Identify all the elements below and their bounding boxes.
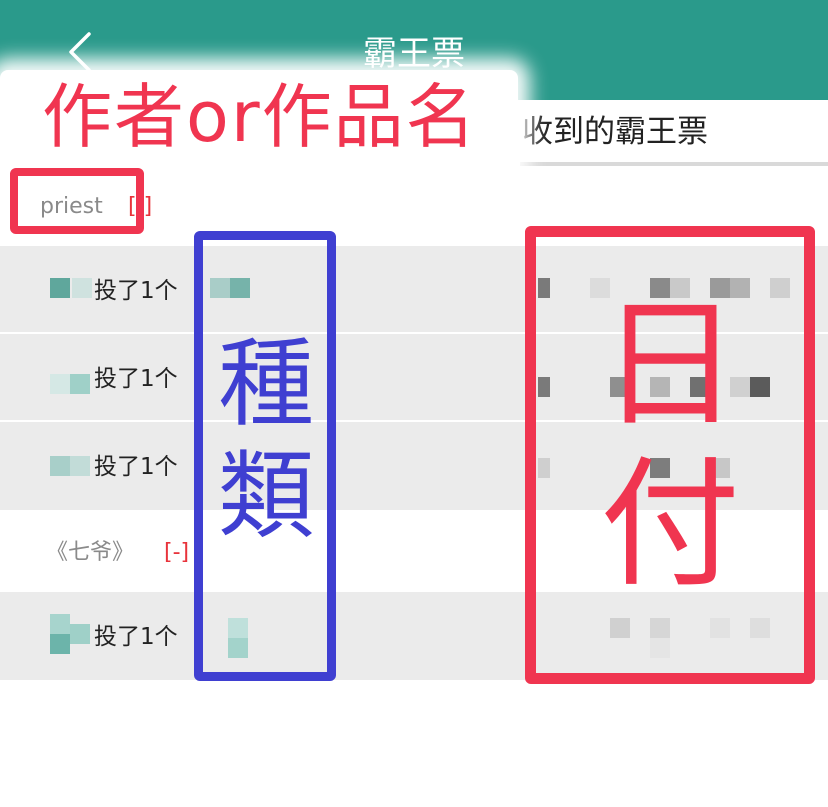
page-title: 霸王票 <box>363 34 465 74</box>
group-name: 《七爷》 <box>46 540 135 565</box>
tab-received-votes[interactable]: 收到的霸王票 <box>522 110 708 154</box>
vote-text: 投了1个 <box>94 624 178 650</box>
annotation-date-label: 日付 <box>599 284 740 607</box>
collapse-toggle[interactable]: [-] <box>164 538 189 568</box>
annotation-type-label: 種類 <box>218 328 314 552</box>
vote-text: 投了1个 <box>94 454 178 480</box>
annotation-author-label: 作者or作品名 <box>42 76 478 158</box>
vote-text: 投了1个 <box>94 366 178 392</box>
vote-text: 投了1个 <box>94 278 178 304</box>
annotation-box-author <box>10 168 144 234</box>
